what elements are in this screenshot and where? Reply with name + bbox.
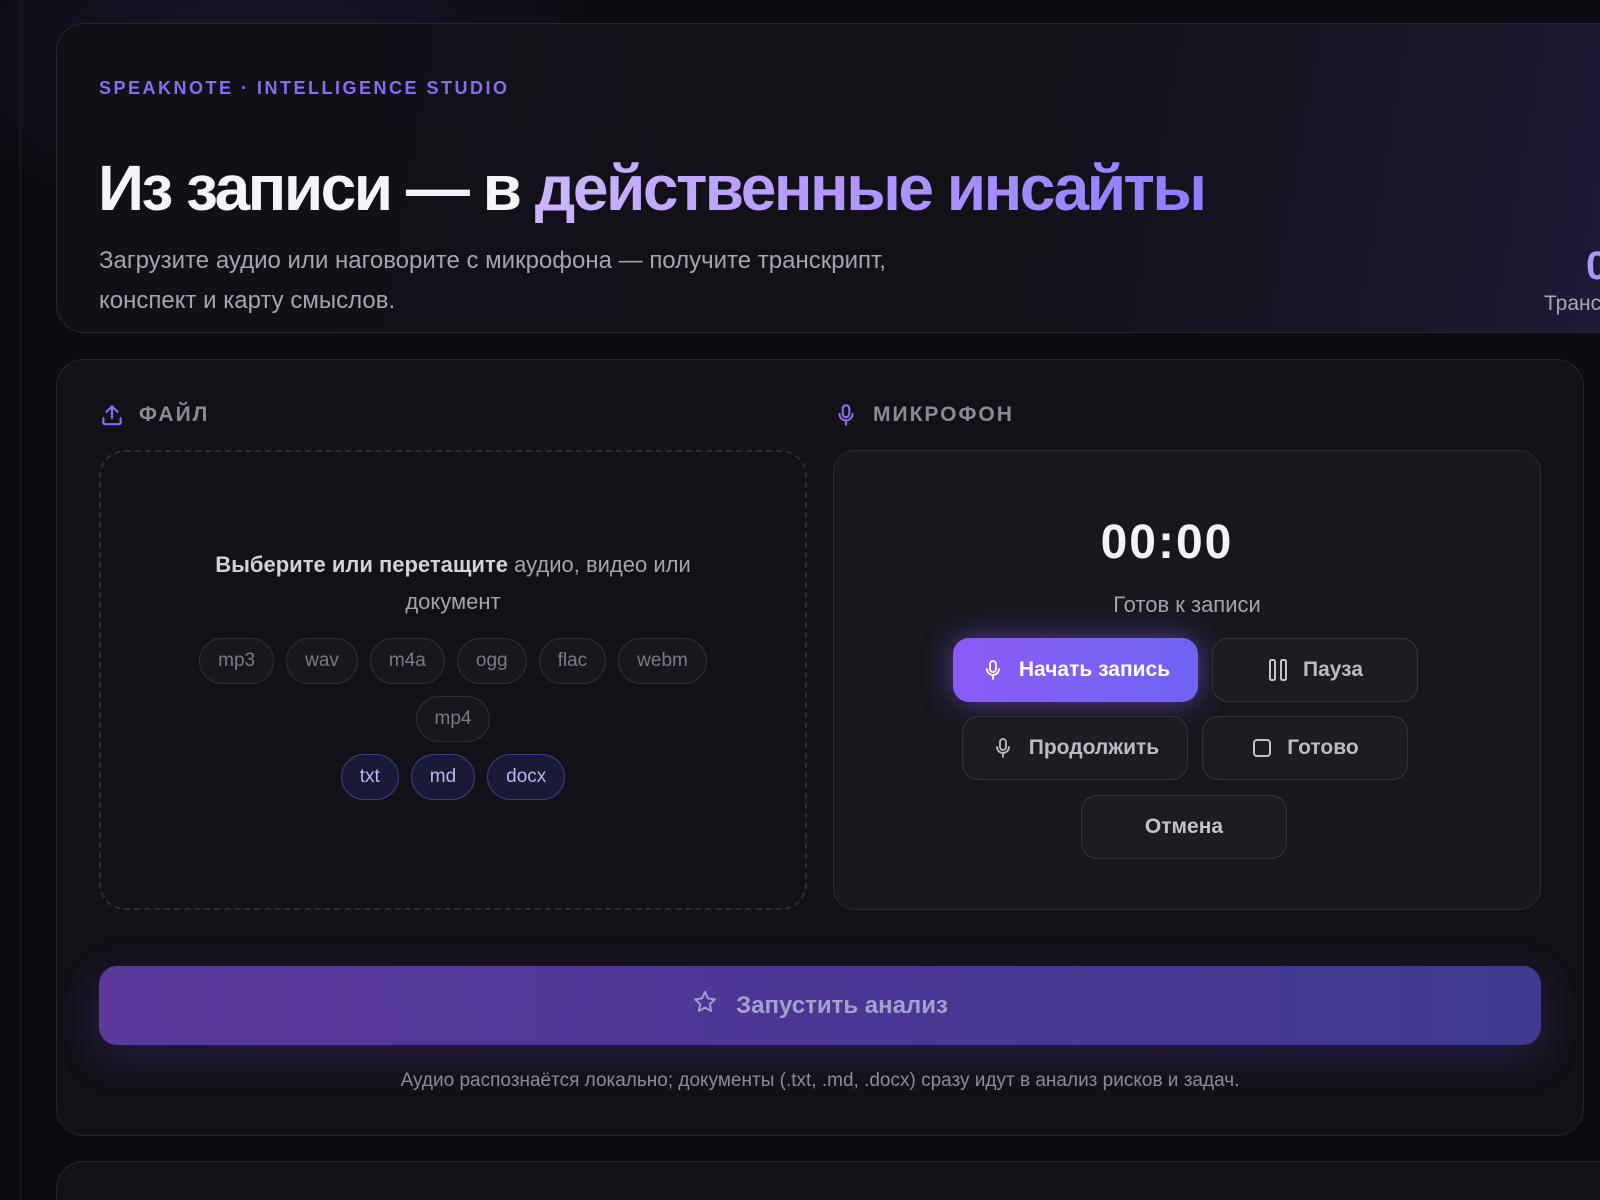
cancel-recording-label: Отмена: [1144, 815, 1224, 838]
page-title: Из записи — в действенные инсайты: [98, 148, 1207, 228]
title-accent: действенные инсайты: [534, 152, 1207, 224]
run-analysis-label: Запустить анализ: [736, 991, 948, 1019]
pause-label: Пауза: [1302, 658, 1364, 681]
sidebar-edge: [20, 0, 21, 1200]
run-analysis-button[interactable]: Запустить анализ: [99, 966, 1541, 1045]
file-dropzone[interactable]: Выберите или перетащите аудио, видео или…: [99, 450, 807, 910]
stat-label: Транс: [1544, 292, 1600, 315]
format-chip: mp3: [199, 638, 275, 684]
microphone-icon: [981, 655, 1005, 685]
microphone-icon: [991, 733, 1015, 763]
start-recording-label: Начать запись: [1018, 658, 1171, 681]
start-recording-button[interactable]: Начать запись: [953, 638, 1198, 702]
file-section-header: ФАЙЛ: [99, 402, 209, 428]
title-prefix: Из записи — в: [98, 152, 535, 224]
media-format-list: mp3 wav m4a ogg flac webm mp4: [183, 638, 723, 742]
format-chip: mp4: [415, 696, 491, 742]
document-format-list: txt md docx: [183, 754, 723, 800]
finish-recording-button[interactable]: Готово: [1202, 716, 1408, 780]
doc-format-chip: txt: [340, 754, 399, 800]
dropzone-instruction: Выберите или перетащите аудио, видео или…: [193, 546, 713, 620]
format-chip: flac: [538, 638, 607, 684]
subtitle-line-1: Загрузите аудио или наговорите с микрофо…: [99, 247, 886, 274]
pause-icon: [1267, 657, 1289, 683]
dropzone-instruction-bold: Выберите или перетащите: [215, 552, 508, 577]
continue-recording-button[interactable]: Продолжить: [962, 716, 1188, 780]
finish-recording-label: Готово: [1287, 736, 1359, 759]
mic-section-header: МИКРОФОН: [833, 402, 1014, 428]
doc-format-chip: docx: [487, 754, 566, 800]
input-card: ФАЙЛ МИКРОФОН Выберите или перетащите ау…: [56, 359, 1584, 1136]
upload-icon: [99, 402, 125, 428]
stat-value: 0: [1586, 241, 1600, 291]
continue-recording-label: Продолжить: [1028, 736, 1160, 759]
stop-square-icon: [1251, 737, 1273, 759]
subtitle-line-2: конспект и карту смыслов.: [99, 287, 396, 314]
recording-status: Готов к записи: [1113, 592, 1261, 617]
format-chip: webm: [618, 638, 707, 684]
hero-panel: SPEAKNOTE · INTELLIGENCE STUDIO Из запис…: [56, 23, 1600, 333]
doc-format-chip: md: [410, 754, 476, 800]
microphone-icon: [833, 402, 859, 428]
cancel-recording-button[interactable]: Отмена: [1081, 795, 1287, 859]
pause-button[interactable]: Пауза: [1212, 638, 1418, 702]
analysis-footnote: Аудио распознаётся локально; документы (…: [400, 1070, 1240, 1091]
star-icon: [692, 989, 718, 1022]
file-section-title: ФАЙЛ: [139, 403, 210, 426]
format-chip: wav: [286, 638, 358, 684]
brand-eyebrow: SPEAKNOTE · INTELLIGENCE STUDIO: [99, 78, 510, 98]
results-card: [56, 1161, 1600, 1200]
recording-timer: 00:00: [1100, 516, 1234, 569]
format-chip: m4a: [369, 638, 445, 684]
mic-section-title: МИКРОФОН: [873, 403, 1014, 426]
format-chip: ogg: [456, 638, 527, 684]
recorder-panel: 00:00 Готов к записи Начать запись Пауза: [833, 450, 1541, 910]
page-subtitle: Загрузите аудио или наговорите с микрофо…: [99, 241, 999, 321]
